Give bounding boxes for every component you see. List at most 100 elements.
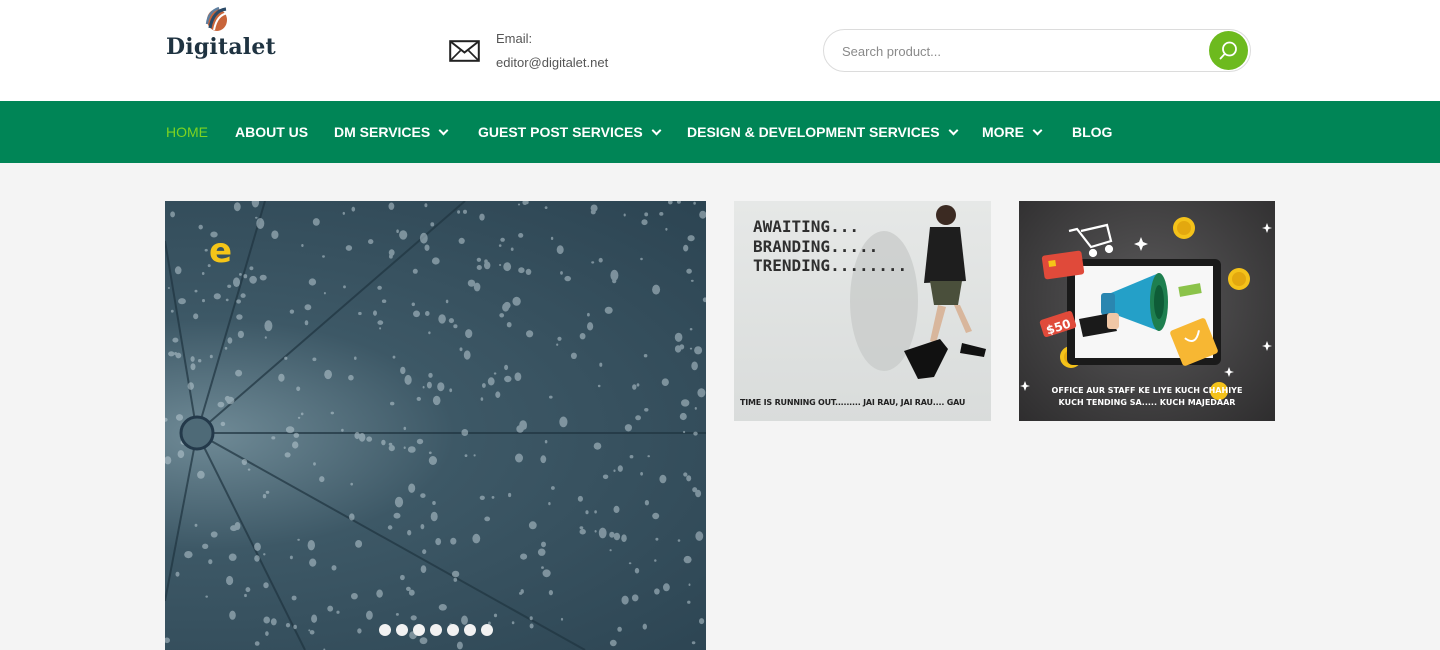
office-shopping-promo-card[interactable]: $50 OFFICE AUR STAFF KE LIYE KUCH CHAHIY… bbox=[1019, 201, 1275, 421]
raindrop bbox=[636, 383, 640, 387]
raindrop bbox=[686, 268, 692, 274]
raindrop bbox=[247, 468, 251, 471]
raindrop bbox=[428, 331, 431, 335]
nav-item-home[interactable]: HOME bbox=[166, 101, 208, 163]
raindrop bbox=[457, 210, 461, 214]
raindrop bbox=[419, 637, 428, 645]
site-header: Digitalet Email: editor@digitalet.net bbox=[0, 0, 1440, 101]
raindrop bbox=[590, 204, 598, 212]
raindrop bbox=[641, 219, 648, 226]
raindrop bbox=[233, 277, 240, 287]
raindrop bbox=[679, 412, 687, 421]
raindrop bbox=[699, 618, 705, 625]
raindrop bbox=[484, 259, 488, 264]
raindrop bbox=[264, 320, 273, 332]
raindrop bbox=[514, 372, 522, 381]
raindrop bbox=[692, 487, 698, 493]
raindrop bbox=[655, 537, 659, 541]
slider-dot[interactable] bbox=[464, 624, 476, 636]
slider-dot[interactable] bbox=[430, 624, 442, 636]
nav-item-about-us[interactable]: ABOUT US bbox=[235, 101, 308, 163]
raindrop bbox=[491, 496, 495, 499]
raindrop bbox=[170, 309, 174, 313]
nav-item-blog[interactable]: BLOG bbox=[1072, 101, 1112, 163]
raindrop bbox=[640, 472, 643, 476]
raindrop bbox=[602, 474, 609, 480]
logo-mark-icon bbox=[205, 6, 229, 31]
raindrop bbox=[473, 282, 481, 292]
raindrop bbox=[594, 510, 597, 514]
raindrop bbox=[438, 604, 447, 611]
raindrop bbox=[345, 245, 353, 251]
raindrop bbox=[617, 626, 622, 632]
raindrop bbox=[665, 227, 668, 231]
nav-item-more[interactable]: MORE bbox=[982, 101, 1043, 163]
raindrop bbox=[355, 540, 363, 548]
raindrop bbox=[342, 211, 345, 215]
card-headline: AWAITING... BRANDING..... TRENDING......… bbox=[753, 217, 907, 276]
slider-dot[interactable] bbox=[379, 624, 391, 636]
raindrop bbox=[336, 610, 340, 614]
featured-slider[interactable]: e bbox=[165, 201, 706, 650]
raindrop bbox=[520, 424, 527, 430]
raindrop bbox=[435, 538, 442, 546]
nav-item-dm-services[interactable]: DM SERVICES bbox=[334, 101, 449, 163]
raindrop bbox=[262, 494, 267, 499]
raindrop bbox=[210, 531, 218, 538]
raindrop bbox=[177, 450, 185, 459]
raindrop bbox=[599, 362, 603, 367]
slider-dot[interactable] bbox=[413, 624, 425, 636]
raindrop bbox=[351, 593, 358, 600]
raindrop bbox=[479, 495, 485, 500]
raindrop bbox=[190, 363, 196, 371]
raindrop bbox=[677, 539, 681, 542]
raindrop bbox=[376, 589, 383, 598]
raindrop bbox=[296, 386, 301, 392]
raindrop bbox=[508, 492, 512, 498]
slider-dot[interactable] bbox=[396, 624, 408, 636]
raindrop bbox=[550, 236, 554, 240]
raindrop bbox=[322, 255, 325, 258]
card-headline-line: AWAITING... bbox=[753, 217, 859, 236]
raindrop bbox=[609, 639, 617, 647]
raindrop bbox=[613, 469, 616, 473]
raindrop bbox=[479, 213, 485, 221]
nav-item-label: ABOUT US bbox=[235, 124, 309, 140]
raindrop bbox=[270, 618, 277, 626]
nav-item-guest-post-services[interactable]: GUEST POST SERVICES bbox=[478, 101, 662, 163]
site-logo[interactable]: Digitalet bbox=[166, 6, 276, 62]
raindrop bbox=[308, 629, 311, 632]
raindrop bbox=[594, 530, 597, 533]
raindrop bbox=[422, 385, 425, 389]
branding-promo-card[interactable]: AWAITING... BRANDING..... TRENDING......… bbox=[734, 201, 991, 421]
raindrop bbox=[506, 322, 512, 328]
slider-dot[interactable] bbox=[447, 624, 459, 636]
slider-dots bbox=[379, 624, 493, 638]
raindrop bbox=[652, 512, 660, 520]
raindrop bbox=[198, 224, 203, 230]
slider-dot[interactable] bbox=[481, 624, 493, 636]
raindrop bbox=[687, 600, 691, 604]
raindrop bbox=[476, 265, 482, 270]
raindrop bbox=[264, 336, 267, 339]
raindrop bbox=[674, 332, 683, 342]
nav-item-design-development-services[interactable]: DESIGN & DEVELOPMENT SERVICES bbox=[687, 101, 959, 163]
chevron-down-icon bbox=[651, 125, 662, 136]
raindrop bbox=[510, 247, 514, 251]
raindrop bbox=[407, 529, 412, 536]
raindrop bbox=[217, 401, 225, 408]
contact-email-link[interactable]: editor@digitalet.net bbox=[496, 55, 608, 70]
raindrop bbox=[304, 320, 309, 326]
raindrop bbox=[381, 299, 387, 303]
raindrop bbox=[499, 264, 502, 266]
raindrop bbox=[392, 355, 396, 359]
raindrop bbox=[472, 533, 481, 544]
raindrop bbox=[239, 273, 242, 276]
raindrop bbox=[379, 327, 382, 330]
raindrop bbox=[522, 201, 528, 205]
raindrop bbox=[205, 595, 208, 598]
search-input[interactable] bbox=[842, 40, 1192, 62]
raindrop bbox=[579, 526, 584, 530]
raindrop bbox=[285, 426, 295, 434]
search-button[interactable] bbox=[1209, 31, 1248, 70]
